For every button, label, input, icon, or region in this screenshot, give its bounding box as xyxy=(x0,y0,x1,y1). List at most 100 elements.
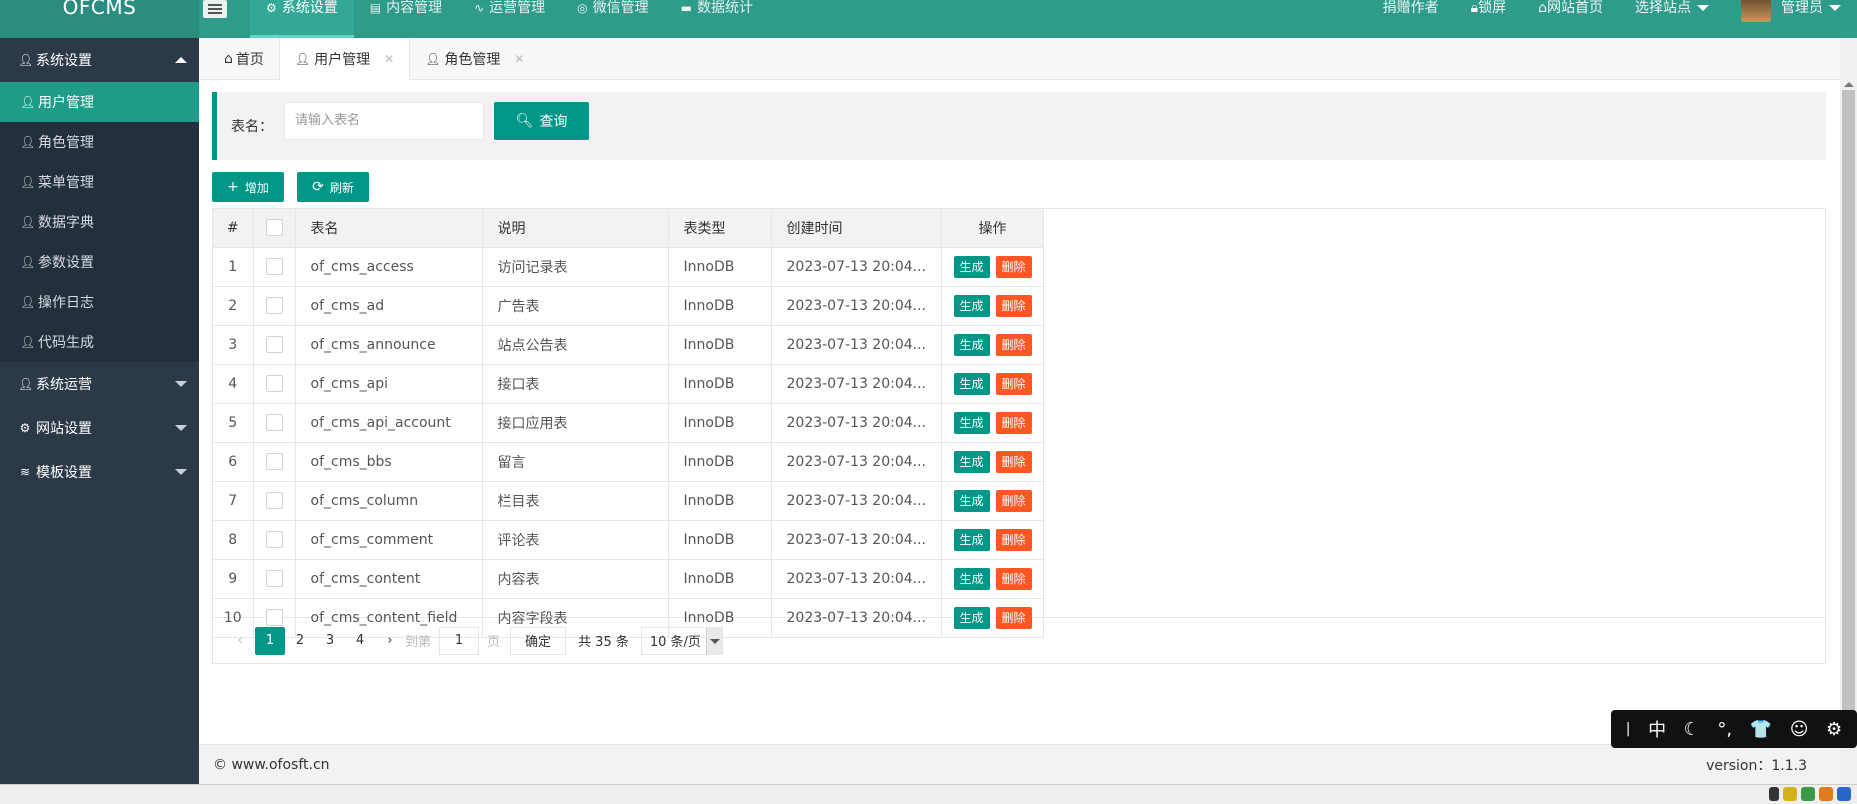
row-checkbox[interactable] xyxy=(265,375,283,392)
generate-button[interactable]: 生成 xyxy=(953,450,990,473)
close-icon[interactable]: ✕ xyxy=(514,52,524,66)
row-checkbox-cell xyxy=(253,286,296,326)
delete-button[interactable]: 删除 xyxy=(995,411,1032,434)
sidebar-group-system-settings[interactable]: 👤︎ 系统设置 xyxy=(0,38,199,82)
search-icon: 🔍︎ xyxy=(515,113,534,129)
table-row[interactable]: 2 of_cms_ad 广告表 InnoDB 2023-07-13 20:04... 生成… xyxy=(213,286,1045,326)
delete-button[interactable]: 删除 xyxy=(995,528,1032,551)
select-site-dropdown[interactable]: 选择站点 xyxy=(1619,0,1725,38)
emoji-icon[interactable]: ☺ xyxy=(1790,719,1809,740)
generate-button[interactable]: 生成 xyxy=(953,489,990,512)
sidebar-group-system-operations[interactable]: 👤︎ 系统运营 xyxy=(0,362,199,406)
lock-screen-button[interactable]: 🔒︎ 锁屏 xyxy=(1455,0,1522,38)
row-checkbox[interactable] xyxy=(265,297,283,314)
topnav-wechat-management[interactable]: ◎ 微信管理 xyxy=(561,0,664,38)
page-3[interactable]: 3 xyxy=(315,627,345,655)
delete-button[interactable]: 删除 xyxy=(995,489,1032,512)
table-row[interactable]: 7 of_cms_column 栏目表 InnoDB 2023-07-13 20:04.… xyxy=(213,481,1045,521)
topnav-content-management[interactable]: ▤ 内容管理 xyxy=(354,0,458,38)
generate-button[interactable]: 生成 xyxy=(953,411,990,434)
col-create-time[interactable]: 创建时间 xyxy=(771,209,943,248)
tab-user-management[interactable]: 👤︎ 用户管理 ✕ xyxy=(278,38,411,80)
prev-page-icon[interactable]: ‹ xyxy=(225,627,255,655)
next-page-icon[interactable]: › xyxy=(375,627,405,655)
moon-icon[interactable]: ☾ xyxy=(1684,719,1700,740)
generate-button[interactable]: 生成 xyxy=(953,333,990,356)
page-size-select[interactable]: 10 条/页 xyxy=(640,626,723,655)
sidebar-item-menu-management[interactable]: 👤︎ 菜单管理 xyxy=(0,162,199,202)
sidebar-item-role-management[interactable]: 👤︎ 角色管理 xyxy=(0,122,199,162)
generate-button[interactable]: 生成 xyxy=(953,567,990,590)
table-row[interactable]: 9 of_cms_content 内容表 InnoDB 2023-07-13 20:04… xyxy=(213,559,1045,599)
col-table-name[interactable]: 表名 xyxy=(295,209,483,248)
skin-icon[interactable]: 👕 xyxy=(1750,719,1772,740)
page-2[interactable]: 2 xyxy=(285,627,315,655)
page-4[interactable]: 4 xyxy=(345,627,375,655)
row-checkbox[interactable] xyxy=(265,258,283,275)
tray-shield-icon[interactable] xyxy=(1837,787,1851,801)
add-button[interactable]: + 增加 xyxy=(212,172,284,202)
sidebar-item-operation-log[interactable]: 👤︎ 操作日志 xyxy=(0,282,199,322)
goto-confirm-button[interactable]: 确定 xyxy=(510,626,567,655)
row-checkbox[interactable] xyxy=(265,453,283,470)
row-checkbox[interactable] xyxy=(265,531,283,548)
topnav-operations-management[interactable]: ∿ 运营管理 xyxy=(458,0,561,38)
sidebar-item-data-dictionary[interactable]: 👤︎ 数据字典 xyxy=(0,202,199,242)
topnav-data-statistics[interactable]: ▬ 数据统计 xyxy=(665,0,769,38)
site-home-link[interactable]: ⌂ 网站首页 xyxy=(1522,0,1619,38)
tray-ime-icon[interactable] xyxy=(1819,787,1833,801)
generate-button[interactable]: 生成 xyxy=(953,294,990,317)
query-button[interactable]: 🔍︎ 查询 xyxy=(494,102,589,140)
sidebar-item-user-management[interactable]: 👤︎ 用户管理 xyxy=(0,82,199,122)
row-checkbox[interactable] xyxy=(265,414,283,431)
user-menu[interactable]: 管理员 xyxy=(1725,0,1857,38)
table-row[interactable]: 3 of_cms_announce 站点公告表 InnoDB 2023-07-13 20… xyxy=(213,325,1045,365)
sidebar-item-parameter-settings[interactable]: 👤︎ 参数设置 xyxy=(0,242,199,282)
tray-app-icon[interactable] xyxy=(1783,787,1797,801)
select-all-checkbox[interactable] xyxy=(265,219,283,237)
sidebar-group-website-settings[interactable]: ⚙ 网站设置 xyxy=(0,406,199,450)
punctuation-icon[interactable]: °, xyxy=(1717,719,1732,740)
tab-home[interactable]: ⌂ 首页 xyxy=(209,38,279,80)
topnav-system-settings[interactable]: ⚙ 系统设置 xyxy=(250,0,354,38)
table-row[interactable]: 4 of_cms_api 接口表 InnoDB 2023-07-13 20:04... 生… xyxy=(213,364,1045,404)
delete-button[interactable]: 删除 xyxy=(995,372,1032,395)
delete-button[interactable]: 删除 xyxy=(995,294,1032,317)
generate-button[interactable]: 生成 xyxy=(953,372,990,395)
settings-icon[interactable]: ⚙ xyxy=(1826,719,1842,740)
close-icon[interactable]: ✕ xyxy=(384,52,394,66)
sidebar-group-template-settings[interactable]: ≋ 模板设置 xyxy=(0,450,199,494)
download-icon[interactable] xyxy=(1769,787,1779,801)
table-row[interactable]: 1 of_cms_access 访问记录表 InnoDB 2023-07-13 20:0… xyxy=(213,247,1045,287)
delete-button[interactable]: 删除 xyxy=(995,567,1032,590)
page-1[interactable]: 1 xyxy=(255,626,285,655)
delete-button[interactable]: 删除 xyxy=(995,255,1032,278)
delete-button[interactable]: 删除 xyxy=(995,450,1032,473)
ime-chinese-mode[interactable]: 中 xyxy=(1648,716,1666,742)
donate-link[interactable]: 捐赠作者 xyxy=(1367,0,1455,38)
refresh-button[interactable]: ⟳ 刷新 xyxy=(297,172,369,202)
table-row[interactable]: 6 of_cms_bbs 留言 InnoDB 2023-07-13 20:04... 生成… xyxy=(213,442,1045,482)
col-description[interactable]: 说明 xyxy=(482,209,669,248)
menu-toggle-icon[interactable] xyxy=(203,0,227,18)
scroll-thumb[interactable] xyxy=(1842,90,1855,730)
scroll-up-icon[interactable] xyxy=(1844,82,1854,87)
goto-page-input[interactable]: 1 xyxy=(439,626,480,655)
table-name-input[interactable]: 请输入表名 xyxy=(284,102,484,140)
user-icon: 👤︎ xyxy=(20,175,36,189)
col-table-type[interactable]: 表类型 xyxy=(668,209,772,248)
row-checkbox[interactable] xyxy=(265,570,283,587)
delete-button[interactable]: 删除 xyxy=(995,333,1032,356)
generate-button[interactable]: 生成 xyxy=(953,255,990,278)
row-actions: 生成 删除 xyxy=(941,403,1045,443)
vertical-scrollbar[interactable] xyxy=(1840,38,1857,784)
row-checkbox[interactable] xyxy=(265,336,283,353)
sidebar-item-code-generation[interactable]: 👤︎ 代码生成 xyxy=(0,322,199,362)
table-row[interactable]: 5 of_cms_api_account 接口应用表 InnoDB 2023-07-13… xyxy=(213,403,1045,443)
generate-button[interactable]: 生成 xyxy=(953,528,990,551)
tray-network-icon[interactable] xyxy=(1801,787,1815,801)
tab-role-management[interactable]: 👤︎ 角色管理 ✕ xyxy=(410,38,539,80)
chevron-down-icon xyxy=(175,425,187,431)
row-checkbox[interactable] xyxy=(265,492,283,509)
table-row[interactable]: 8 of_cms_comment 评论表 InnoDB 2023-07-13 20:04… xyxy=(213,520,1045,560)
